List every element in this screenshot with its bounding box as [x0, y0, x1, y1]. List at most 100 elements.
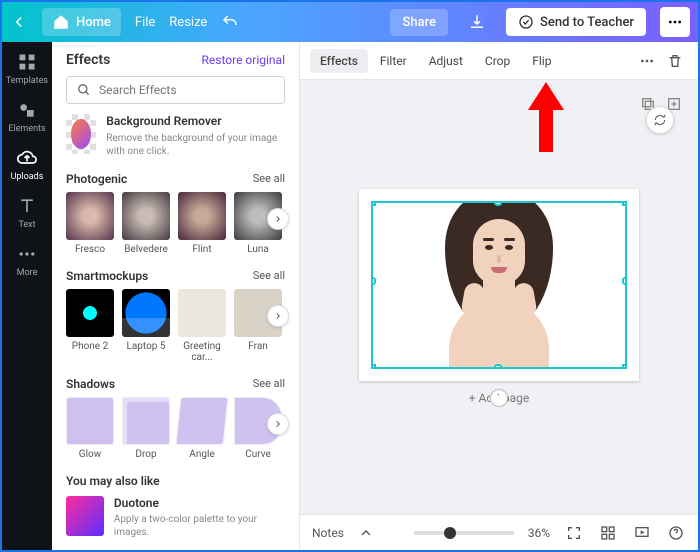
tab-flip[interactable]: Flip: [522, 49, 561, 73]
fullscreen-button[interactable]: [564, 523, 584, 543]
bg-remover-title: Background Remover: [106, 114, 285, 130]
elements-icon: [17, 100, 37, 120]
duotone-desc: Apply a two-color palette to your images…: [114, 514, 257, 538]
zoom-slider[interactable]: [414, 531, 514, 535]
scroll-right-button[interactable]: [267, 413, 289, 435]
resize-handle[interactable]: [494, 201, 502, 206]
more-button[interactable]: [660, 7, 690, 37]
search-input[interactable]: [66, 76, 285, 104]
sidebar-item-label: Elements: [8, 124, 45, 134]
shadow-angle[interactable]: Angle: [178, 397, 226, 460]
effect-flint[interactable]: Flint: [178, 192, 226, 255]
thumb-label: Luna: [247, 244, 269, 255]
effect-belvedere[interactable]: Belvedere: [122, 192, 170, 255]
sidebar-item-elements[interactable]: Elements: [8, 100, 45, 134]
selected-image[interactable]: [371, 201, 627, 369]
thumb-label: Curve: [245, 449, 271, 460]
resize-handle[interactable]: [622, 201, 627, 206]
sidebar-item-templates[interactable]: Templates: [6, 52, 48, 86]
tab-adjust[interactable]: Adjust: [419, 49, 473, 73]
shadow-drop[interactable]: Drop: [122, 397, 170, 460]
download-button[interactable]: [462, 7, 492, 37]
resize-handle[interactable]: [371, 277, 376, 285]
sidebar-item-more[interactable]: More: [17, 244, 38, 278]
teacher-label: Send to Teacher: [540, 15, 634, 30]
see-all-shadows[interactable]: See all: [253, 377, 285, 390]
thumb-label: Belvedere: [124, 244, 168, 255]
undo-icon[interactable]: [221, 13, 239, 31]
restore-original-link[interactable]: Restore original: [202, 53, 285, 67]
sidebar-item-uploads[interactable]: Uploads: [11, 148, 44, 182]
stage[interactable]: + Add page: [300, 80, 698, 514]
chevron-up-icon[interactable]: [358, 525, 374, 541]
fullscreen-icon: [566, 525, 582, 541]
page[interactable]: [359, 189, 639, 381]
sidebar-item-text[interactable]: Text: [17, 196, 37, 230]
cloud-upload-icon: [17, 148, 37, 168]
chevron-right-icon: [273, 214, 283, 224]
sidebar-item-label: More: [17, 268, 38, 278]
tab-filter[interactable]: Filter: [370, 49, 417, 73]
templates-icon: [17, 52, 37, 72]
mockup-phone2[interactable]: Phone 2: [66, 289, 114, 363]
section-title-smartmockups: Smartmockups: [66, 269, 148, 283]
mockup-laptop5[interactable]: Laptop 5: [122, 289, 170, 363]
context-toolbar: Effects Filter Adjust Crop Flip: [300, 42, 698, 80]
grid-view-button[interactable]: [598, 523, 618, 543]
resize-handle[interactable]: [494, 364, 502, 369]
dots-horizontal-icon: [639, 53, 655, 69]
effect-fresco[interactable]: Fresco: [66, 192, 114, 255]
zoom-knob[interactable]: [444, 527, 456, 539]
animate-button[interactable]: [646, 106, 674, 134]
text-icon: [17, 196, 37, 216]
mockup-greeting-card[interactable]: Greeting car...: [178, 289, 226, 363]
see-all-photogenic[interactable]: See all: [253, 172, 285, 185]
duotone-title: Duotone: [114, 496, 285, 512]
notes-button[interactable]: Notes: [312, 526, 344, 540]
shadow-glow[interactable]: Glow: [66, 397, 114, 460]
scroll-right-button[interactable]: [267, 208, 289, 230]
dots-horizontal-icon: [17, 244, 37, 264]
sidebar: Templates Elements Uploads Text More: [2, 42, 52, 550]
section-title-shadows: Shadows: [66, 377, 115, 391]
send-to-teacher-button[interactable]: Send to Teacher: [506, 8, 646, 36]
question-icon: [668, 525, 684, 541]
tab-crop[interactable]: Crop: [475, 49, 520, 73]
you-may-also-like-title: You may also like: [66, 474, 285, 488]
resize-handle[interactable]: [622, 364, 627, 369]
rotate-handle[interactable]: [490, 389, 508, 407]
search-field[interactable]: [99, 83, 274, 97]
shadows-row: Glow Drop Angle Curve: [66, 397, 285, 460]
tab-effects[interactable]: Effects: [310, 49, 368, 73]
thumb-label: Glow: [79, 449, 101, 460]
home-label: Home: [76, 15, 111, 30]
help-button[interactable]: [666, 523, 686, 543]
resize-menu[interactable]: Resize: [169, 15, 207, 30]
home-button[interactable]: Home: [42, 8, 121, 36]
background-remover-tile[interactable]: Background Remover Remove the background…: [66, 114, 285, 158]
see-all-smartmockups[interactable]: See all: [253, 269, 285, 282]
resize-handle[interactable]: [371, 364, 376, 369]
thumb-label: Angle: [189, 449, 214, 460]
resize-handle[interactable]: [622, 277, 627, 285]
refresh-icon: [653, 113, 667, 127]
duotone-tile[interactable]: Duotone Apply a two-color palette to you…: [66, 496, 285, 540]
rotate-icon: [494, 393, 504, 403]
annotation-arrow: [526, 82, 566, 152]
delete-button[interactable]: [662, 48, 688, 74]
file-menu[interactable]: File: [135, 15, 155, 30]
element-more-button[interactable]: [634, 48, 660, 74]
present-button[interactable]: [632, 523, 652, 543]
share-button[interactable]: Share: [390, 9, 448, 36]
check-circle-icon: [518, 14, 534, 30]
resize-handle[interactable]: [371, 201, 376, 206]
scroll-right-button[interactable]: [267, 305, 289, 327]
thumb-label: Phone 2: [72, 341, 108, 352]
canvas-area: Effects Filter Adjust Crop Flip: [300, 42, 698, 550]
chevron-left-icon[interactable]: [10, 13, 28, 31]
chevron-right-icon: [273, 311, 283, 321]
bottom-bar: Notes 36%: [300, 514, 698, 550]
sidebar-item-label: Text: [18, 220, 35, 230]
portrait-image: [419, 201, 579, 367]
share-label: Share: [402, 15, 436, 30]
